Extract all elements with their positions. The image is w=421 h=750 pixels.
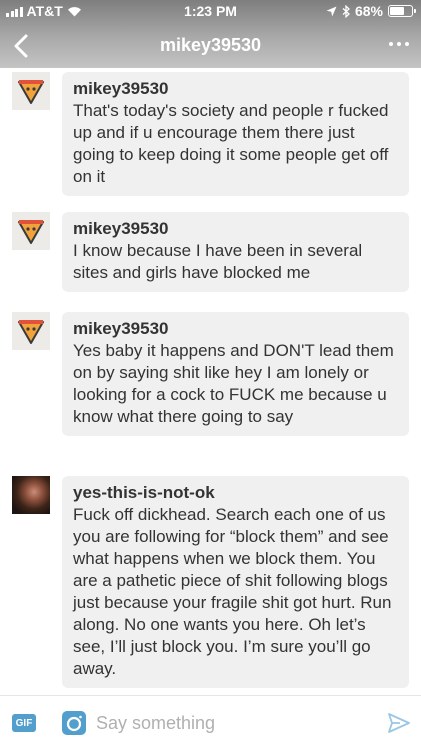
message-text: That's today's society and people r fuck… bbox=[73, 101, 389, 186]
pizza-slice-avatar-icon[interactable] bbox=[12, 212, 50, 250]
more-options-icon[interactable] bbox=[389, 42, 409, 46]
message-sender[interactable]: mikey39530 bbox=[73, 218, 399, 239]
photo-avatar-icon[interactable] bbox=[12, 476, 50, 514]
message-sender[interactable]: yes-this-is-not-ok bbox=[73, 482, 399, 503]
status-right: 68% bbox=[326, 3, 416, 19]
location-arrow-icon bbox=[326, 6, 337, 16]
nav-bar: mikey39530 bbox=[0, 26, 421, 68]
message-bubble: mikey39530 That's today's society and pe… bbox=[62, 72, 409, 196]
status-bar: AT&T 1:23 PM 68% bbox=[0, 0, 421, 22]
camera-button[interactable] bbox=[62, 711, 86, 735]
back-chevron-icon[interactable] bbox=[6, 30, 38, 62]
app-header: AT&T 1:23 PM 68% mikey39530 bbox=[0, 0, 421, 68]
battery-percent: 68% bbox=[354, 3, 383, 19]
send-icon[interactable] bbox=[387, 711, 411, 735]
message-text: I know because I have been in several si… bbox=[73, 241, 363, 282]
pizza-slice-avatar-icon[interactable] bbox=[12, 312, 50, 350]
message-bubble: mikey39530 Yes baby it happens and DON'T… bbox=[62, 312, 409, 436]
gif-button[interactable]: GIF bbox=[12, 714, 36, 732]
message-composer: GIF bbox=[0, 695, 421, 750]
camera-icon bbox=[66, 715, 82, 732]
message-bubble: mikey39530 I know because I have been in… bbox=[62, 212, 409, 292]
message-thread[interactable]: mikey39530 That's today's society and pe… bbox=[0, 68, 421, 695]
bluetooth-icon bbox=[342, 4, 350, 18]
message-text: Yes baby it happens and DON'T lead them … bbox=[73, 341, 394, 426]
message-sender[interactable]: mikey39530 bbox=[73, 318, 399, 339]
message-input[interactable] bbox=[96, 708, 366, 738]
battery-level bbox=[390, 7, 405, 15]
pizza-slice-avatar-icon[interactable] bbox=[12, 72, 50, 110]
battery-icon bbox=[388, 5, 416, 17]
message-bubble: yes-this-is-not-ok Fuck off dickhead. Se… bbox=[62, 476, 409, 688]
conversation-title: mikey39530 bbox=[159, 35, 262, 55]
message-text: Fuck off dickhead. Search each one of us… bbox=[73, 505, 392, 678]
message-sender[interactable]: mikey39530 bbox=[73, 78, 399, 99]
